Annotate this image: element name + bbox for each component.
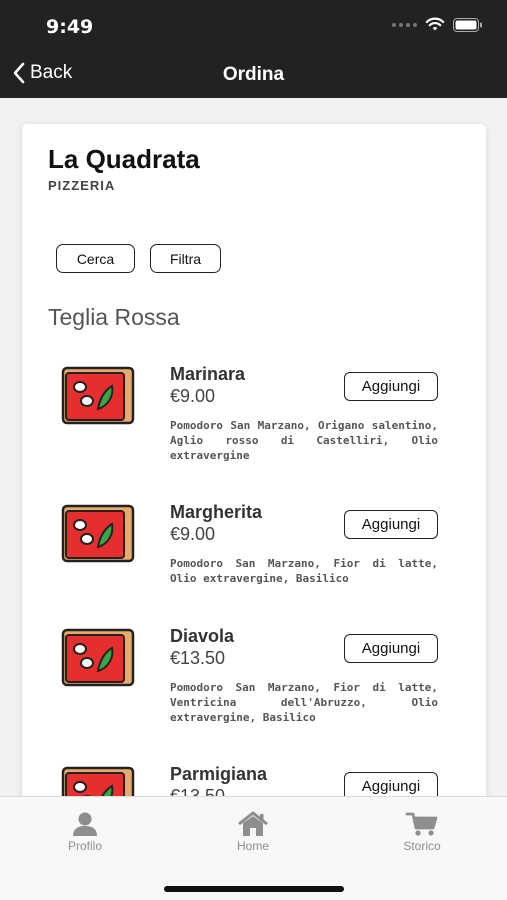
section-title: Teglia Rossa — [48, 304, 180, 330]
page-title: Ordina — [222, 64, 285, 85]
tab-profilo[interactable]: Profilo — [35, 811, 135, 853]
tab-label: Profilo — [67, 839, 102, 853]
restaurant-name: La Quadrata — [48, 144, 200, 174]
menu-item: Margherita €9.00 Aggiungi Pomodoro San M… — [22, 502, 486, 602]
menu-item: Parmigiana €13.50 Aggiungi — [22, 764, 486, 796]
house-icon — [238, 811, 268, 836]
tab-label: Home — [236, 839, 269, 853]
item-price: €13.50 — [170, 648, 226, 668]
item-name: Parmigiana — [170, 764, 268, 784]
home-indicator[interactable] — [164, 886, 344, 892]
tab-storico[interactable]: Storico — [372, 811, 472, 853]
search-button[interactable]: Cerca — [56, 244, 135, 273]
status-time: 9:49 — [46, 16, 94, 38]
pizza-slice-icon — [61, 766, 135, 796]
status-bar: 9:49 — [0, 0, 507, 52]
battery-icon — [453, 17, 482, 32]
item-price: €13.50 — [170, 786, 226, 796]
restaurant-card: La Quadrata PIZZERIA Cerca Filtra Teglia… — [22, 124, 486, 796]
status-icons — [392, 17, 483, 32]
content-area[interactable]: La Quadrata PIZZERIA Cerca Filtra Teglia… — [0, 98, 507, 796]
item-description: Pomodoro San Marzano, Fior di latte, Ven… — [170, 681, 438, 724]
restaurant-type: PIZZERIA — [48, 178, 116, 193]
tab-home[interactable]: Home — [203, 811, 303, 853]
add-button[interactable]: Aggiungi — [344, 772, 438, 796]
add-button[interactable]: Aggiungi — [344, 372, 438, 401]
item-description: Pomodoro San Marzano, Origano salentino,… — [170, 419, 438, 462]
filter-button[interactable]: Filtra — [150, 244, 221, 273]
signal-icon — [392, 22, 417, 27]
menu-item: Marinara €9.00 Aggiungi Pomodoro San Mar… — [22, 364, 486, 474]
cart-icon — [405, 812, 438, 836]
pizza-slice-icon — [61, 366, 135, 425]
tab-label: Storico — [403, 839, 441, 853]
item-price: €9.00 — [170, 386, 216, 406]
item-name: Margherita — [170, 502, 263, 522]
item-price: €9.00 — [170, 524, 216, 544]
menu-item: Diavola €13.50 Aggiungi Pomodoro San Mar… — [22, 626, 486, 736]
wifi-icon — [425, 17, 445, 31]
add-button[interactable]: Aggiungi — [344, 634, 438, 663]
nav-bar: Back Ordina — [0, 52, 507, 98]
item-description: Pomodoro San Marzano, Fior di latte, Oli… — [170, 557, 438, 585]
item-name: Marinara — [170, 364, 246, 384]
add-button[interactable]: Aggiungi — [344, 510, 438, 539]
tab-bar: Profilo Home Storico — [0, 796, 507, 900]
item-name: Diavola — [170, 626, 235, 646]
pizza-slice-icon — [61, 504, 135, 563]
pizza-slice-icon — [61, 628, 135, 687]
person-icon — [73, 812, 97, 836]
